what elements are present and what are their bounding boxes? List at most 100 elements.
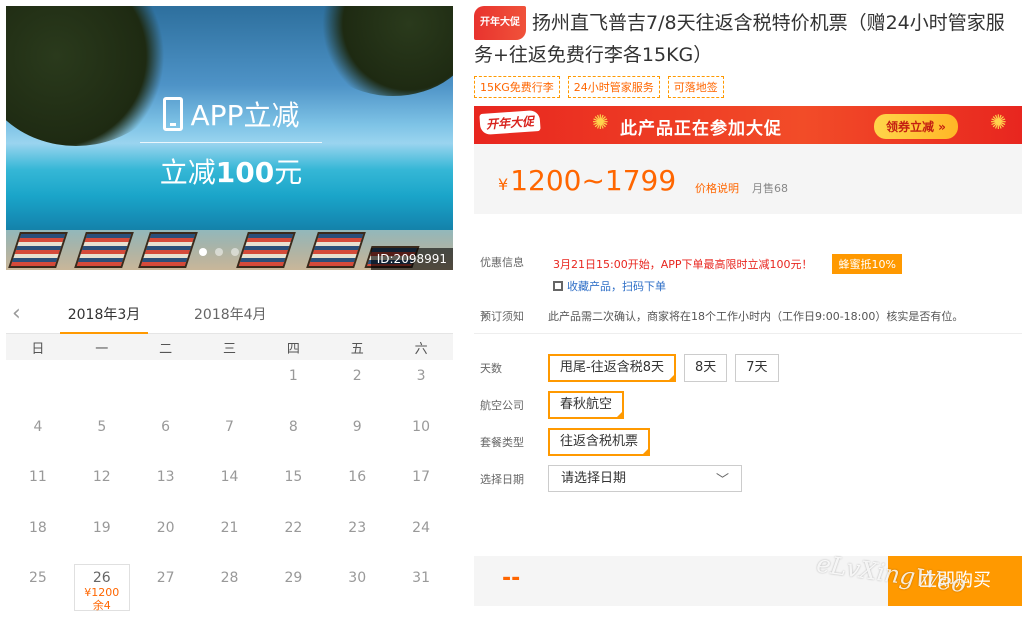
carousel-dot[interactable]: [215, 248, 223, 256]
prev-month-chevron-icon[interactable]: ‹: [12, 302, 21, 326]
honey-badge: 蜂蜜抵10%: [832, 254, 902, 274]
feature-tags: 15KG免费行李 24小时管家服务 可落地签: [474, 76, 1022, 98]
calendar-day-price: ¥1200: [84, 586, 120, 599]
overlay-line1: APP立减: [190, 99, 300, 132]
calendar-day-number: 6: [161, 418, 171, 435]
calendar-day-number: 30: [348, 570, 367, 586]
carousel-dot[interactable]: [199, 248, 207, 256]
airline-option[interactable]: 春秋航空: [548, 391, 625, 419]
weekday-label: 三: [222, 341, 236, 357]
calendar-day-number: 1: [288, 368, 298, 384]
calendar-day-available[interactable]: 26 ¥1200 余4: [73, 564, 130, 612]
calendar-day-number: 2: [352, 368, 362, 384]
calendar-day-cell: 31: [389, 562, 453, 613]
calendar-day-number: 26: [92, 570, 111, 586]
overlay-prefix: 立减: [159, 156, 216, 189]
calendar-day-cell: 13: [134, 461, 198, 512]
calendar-day-cell: 25: [6, 562, 70, 613]
buy-now-button[interactable]: 立即购买: [888, 556, 1022, 606]
overlay-amount: 100: [215, 156, 275, 189]
calendar-day-number: 18: [29, 519, 47, 536]
calendar-day-cell: [6, 360, 70, 411]
calendar-day-number: 3: [416, 368, 426, 384]
product-info-panel: 开年大促 扬州直飞普吉7/8天往返含税特价机票（赠24小时管家服务+往返免费行李各…: [474, 6, 1022, 501]
calendar-day-number: 11: [29, 469, 47, 485]
monthly-sales: 月售68: [752, 182, 788, 195]
promo-banner[interactable]: 开年大促 ✺ ✺ 此产品正在参加大促 领券立减 »: [474, 106, 1022, 144]
buy-bar: -- 立即购买: [474, 556, 1022, 606]
product-hero-image[interactable]: APP立减 立减100元 ID:2098991: [6, 6, 453, 270]
feature-tag: 可落地签: [667, 76, 724, 98]
days-option-8day-tail[interactable]: 甩尾-往返含税8天: [548, 354, 676, 382]
calendar-day-number: 13: [156, 469, 175, 485]
date-select-row: 选择日期 请选择日期 ﹀: [474, 465, 1022, 492]
product-title: 开年大促 扬州直飞普吉7/8天往返含税特价机票（赠24小时管家服务+往返免费行李各…: [474, 6, 1022, 70]
calendar-day-number: 21: [220, 519, 239, 536]
airline-option-row: 航空公司 春秋航空: [474, 391, 1022, 419]
flower-icon: ✺: [990, 110, 1007, 134]
calendar-day-cell: 18: [6, 512, 70, 563]
price-calendar: ‹ 2018年3月 2018年4月 › 日 一 二 三 四 五 六 123456…: [6, 298, 489, 613]
calendar-day-number: 24: [412, 519, 430, 536]
date-label: 选择日期: [480, 472, 524, 486]
calendar-day-number: 22: [284, 519, 303, 536]
days-option-8day[interactable]: 8天: [683, 354, 728, 382]
calendar-day-cell: 3: [389, 360, 453, 411]
scan-order-link[interactable]: 扫码下单: [622, 280, 666, 293]
weekday-label: 一: [95, 341, 109, 357]
calendar-day-cell: [134, 360, 198, 411]
weekday-label: 二: [159, 341, 173, 357]
discount-label: 优惠信息: [480, 256, 524, 269]
price-explanation-link[interactable]: 价格说明: [695, 180, 739, 196]
price-box: ¥1200~1799 价格说明 月售68: [474, 144, 1022, 214]
date-select[interactable]: 请选择日期 ﹀: [548, 465, 742, 492]
calendar-day-cell: 22: [261, 512, 325, 563]
calendar-day-number: 31: [412, 570, 430, 586]
collect-product-link[interactable]: 收藏产品: [567, 280, 611, 293]
calendar-day-cell: 2: [325, 360, 389, 411]
tab-month-march[interactable]: 2018年3月: [60, 304, 148, 334]
airline-label: 航空公司: [480, 399, 524, 412]
package-option-row: 套餐类型 往返含税机票: [474, 428, 1022, 456]
feature-tag: 15KG免费行李: [474, 76, 560, 98]
tab-month-april[interactable]: 2018年4月: [194, 304, 267, 332]
calendar-day-number: 8: [288, 418, 298, 435]
calendar-day-cell: 19: [70, 512, 134, 563]
calendar-header: ‹ 2018年3月 2018年4月 ›: [6, 298, 489, 334]
app-discount-overlay: APP立减 立减100元: [140, 94, 322, 191]
weekday-label: 日: [31, 341, 45, 357]
booking-text: 此产品需二次确认，商家将在18个工作小时内（工作日9:00-18:00）核实是否…: [548, 310, 964, 323]
calendar-day-cell: 14: [198, 461, 262, 512]
days-option-7day[interactable]: 7天: [735, 354, 779, 382]
calendar-day-cell: [198, 360, 262, 411]
calendar-day-number: 29: [284, 570, 303, 586]
date-select-placeholder: 请选择日期: [561, 471, 627, 486]
days-option-row: 天数 甩尾-往返含税8天 8天 7天: [474, 354, 1022, 382]
calendar-day-cell: 30: [325, 562, 389, 613]
price-range-value: 1200~1799: [510, 164, 677, 197]
chevron-down-icon: ﹀: [715, 473, 729, 488]
weekday-label: 六: [414, 341, 428, 357]
calendar-day-number: 10: [412, 418, 430, 435]
calendar-day-cell: 4: [6, 411, 70, 462]
calendar-day-number: 16: [348, 469, 367, 485]
days-label: 天数: [480, 362, 502, 375]
mobile-phone-icon: [162, 97, 183, 131]
promo-badge: 开年大促: [474, 6, 526, 40]
calendar-day-cell: 24: [389, 512, 453, 563]
calendar-day-number: 19: [92, 519, 111, 536]
calendar-day-cell: 9: [325, 411, 389, 462]
calendar-day-number: 12: [92, 469, 111, 485]
promo-banner-text: 此产品正在参加大促: [620, 119, 782, 139]
carousel-dot[interactable]: [231, 248, 239, 256]
calendar-day-cell: 27: [134, 562, 198, 613]
calendar-day-cell: 6: [134, 411, 198, 462]
calendar-day-cell: 16: [325, 461, 389, 512]
claim-coupon-button[interactable]: 领券立减 »: [874, 114, 958, 139]
package-option[interactable]: 往返含税机票: [548, 428, 651, 456]
weekday-header: 日 一 二 三 四 五 六: [6, 334, 453, 360]
qr-code-icon: [553, 281, 563, 291]
calendar-day-cell: 10: [389, 411, 453, 462]
discount-info-row: 优惠信息 3月21日15:00开始，APP下单最高限时立减100元！ 蜂蜜抵10%…: [474, 254, 1022, 300]
calendar-day-number: 28: [220, 570, 239, 586]
